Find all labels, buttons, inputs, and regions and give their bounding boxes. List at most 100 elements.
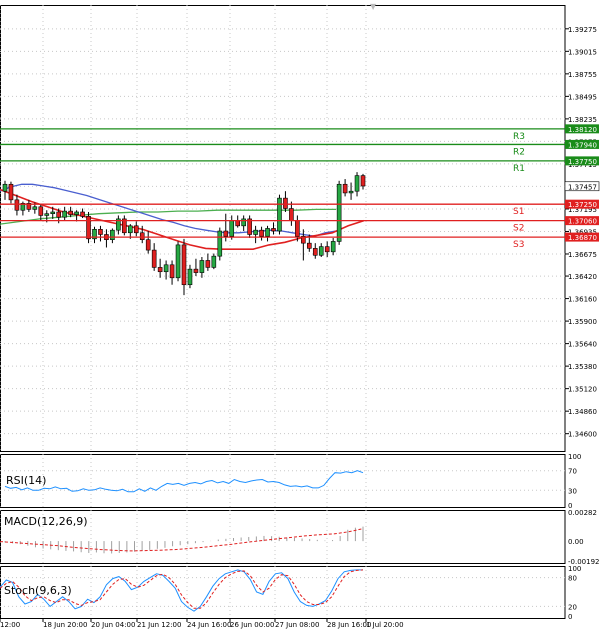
y-tick-label: 1.38755 — [568, 71, 597, 79]
candle — [199, 260, 205, 273]
stoch-tick-label: 100 — [568, 565, 581, 573]
candle — [330, 241, 336, 253]
stoch-tick-label: 20 — [568, 603, 577, 611]
macd-label: MACD(12,26,9) — [4, 515, 88, 528]
candle — [253, 229, 258, 235]
x-tick-label: 12:00 — [0, 621, 20, 629]
candle — [187, 268, 193, 286]
candle — [50, 211, 56, 215]
candle — [277, 197, 282, 232]
candle — [348, 190, 354, 194]
candle — [312, 248, 318, 256]
candle — [259, 229, 264, 237]
rsi-label: RSI(14) — [6, 474, 47, 487]
x-tick-label: 1 Jul 20:00 — [366, 621, 404, 629]
y-tick-label: 1.36420 — [568, 273, 597, 281]
level-tag-label: 1.37250 — [568, 201, 597, 209]
level-tag-label: 1.38120 — [568, 126, 597, 134]
y-tick-label: 1.38235 — [568, 116, 597, 124]
x-tick-label: 28 Jun 16:00 — [327, 621, 371, 629]
candle — [133, 225, 139, 234]
candle — [295, 220, 300, 237]
level-name-S2: S2 — [513, 224, 524, 234]
shift-marker: ▼ — [370, 2, 377, 11]
candle — [86, 216, 91, 240]
candle — [354, 175, 360, 192]
x-tick-label: 24 Jun 16:00 — [187, 621, 231, 629]
candle — [289, 208, 294, 221]
level-name-S1: S1 — [513, 207, 524, 217]
level-tag-label: 1.37060 — [568, 218, 597, 226]
y-tick-label: 1.35380 — [568, 363, 597, 371]
level-name-R3: R3 — [513, 132, 525, 142]
stoch-tick-label: 0 — [568, 613, 572, 621]
candle — [217, 230, 223, 257]
macd-tick-label: 0.00282 — [568, 509, 597, 517]
candle — [223, 230, 229, 237]
level-tag-label: 1.36870 — [568, 234, 597, 242]
macd-tick-label: 0.00 — [568, 538, 584, 546]
x-tick-label: 20 Jun 04:00 — [91, 621, 135, 629]
stoch-label: Stoch(9,6,3) — [4, 584, 72, 597]
x-tick-label: 18 Jun 20:00 — [43, 621, 87, 629]
candle — [56, 211, 62, 218]
candle — [163, 264, 169, 273]
rsi-tick-label: 70 — [568, 468, 577, 476]
candle — [32, 206, 38, 210]
macd-signal-line — [0, 528, 364, 552]
panel-frame-1 — [0, 454, 566, 508]
candle — [8, 183, 14, 201]
y-tick-label: 1.34600 — [568, 431, 597, 439]
level-name-R2: R2 — [513, 147, 525, 157]
rsi-line — [4, 470, 364, 493]
candle — [235, 220, 240, 227]
candle — [324, 246, 330, 253]
candle — [205, 260, 211, 268]
rsi-tick-label: 30 — [568, 487, 577, 495]
candle — [306, 242, 312, 249]
current-price-label: 1.37457 — [568, 183, 597, 191]
candle — [342, 183, 348, 194]
candle — [283, 197, 288, 209]
candle — [145, 239, 151, 251]
candle — [151, 249, 157, 268]
candle — [80, 211, 85, 217]
candle — [271, 228, 276, 232]
candle — [38, 206, 44, 216]
x-tick-label: 21 Jun 12:00 — [137, 621, 181, 629]
panel-frame-0 — [0, 5, 566, 452]
y-tick-label: 1.35120 — [568, 386, 597, 394]
level-name-R1: R1 — [513, 164, 525, 174]
candle — [193, 268, 199, 273]
price-chart: 1.39275 1.39015 1.38755 1.38495 1.38235 1.379… — [0, 2, 600, 629]
candle — [211, 255, 217, 268]
candle — [241, 218, 246, 227]
y-tick-label: 1.39015 — [568, 48, 597, 56]
y-tick-label: 1.36675 — [568, 251, 597, 259]
stoch-tick-label: 80 — [568, 575, 577, 583]
candle — [175, 244, 181, 279]
candle — [110, 229, 115, 240]
candle — [360, 175, 366, 187]
rsi-tick-label: 100 — [568, 453, 581, 461]
y-tick-label: 1.35900 — [568, 318, 597, 326]
candle — [44, 213, 50, 216]
candle — [2, 183, 8, 192]
x-tick-label: 27 Jun 08:00 — [275, 621, 319, 629]
candle — [229, 220, 235, 237]
candle — [336, 183, 342, 242]
candle — [139, 232, 145, 240]
candle — [181, 244, 187, 286]
candle — [169, 264, 175, 279]
level-tag-label: 1.37750 — [568, 158, 597, 166]
y-tick-label: 1.38495 — [568, 93, 597, 101]
candle — [14, 199, 20, 211]
candle — [62, 210, 67, 218]
level-name-S3: S3 — [513, 240, 524, 250]
candle — [128, 225, 133, 234]
y-tick-label: 1.39275 — [568, 26, 597, 34]
candle — [265, 228, 270, 237]
candle — [68, 210, 73, 215]
y-tick-label: 1.36160 — [568, 296, 597, 304]
chart-stage: 1.39275 1.39015 1.38755 1.38495 1.38235 1.379… — [0, 0, 600, 630]
